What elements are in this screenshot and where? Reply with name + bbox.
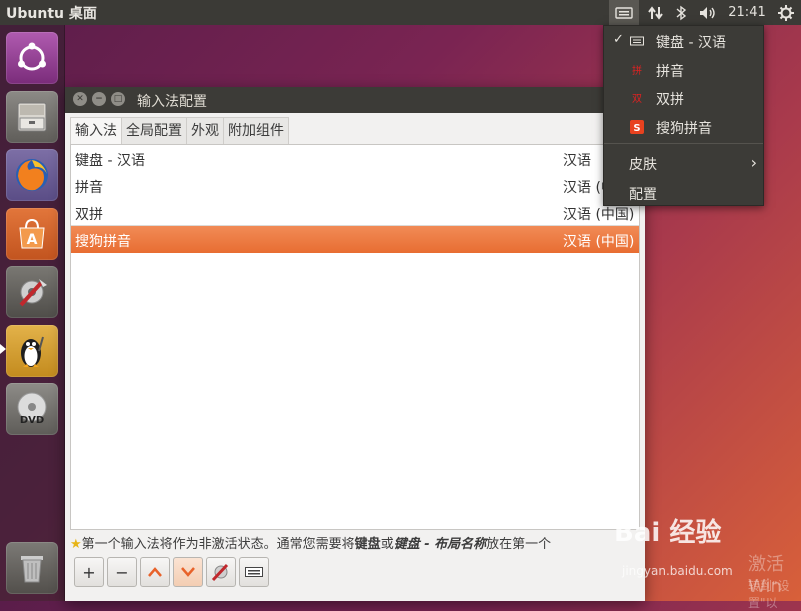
list-toolbar: + −: [74, 557, 272, 591]
tab-global-config[interactable]: 全局配置: [121, 117, 187, 144]
settings-tools-icon: [211, 563, 229, 582]
keyboard-icon: [630, 36, 644, 46]
panel-title: Ubuntu 桌面: [6, 6, 97, 22]
move-down-button[interactable]: [173, 557, 203, 587]
keyboard-indicator-icon[interactable]: [609, 0, 639, 25]
list-item-name: 键盘 - 汉语: [75, 153, 145, 169]
sogou-icon: S: [630, 120, 644, 134]
tab-appearance[interactable]: 外观: [186, 117, 224, 144]
system-tray: 21:41: [609, 0, 801, 25]
input-method-list[interactable]: 键盘 - 汉语 汉语 拼音 汉语 (中 双拼 汉语 (中国) 搜狗拼音 汉语 (…: [70, 144, 640, 530]
svg-text:拼: 拼: [632, 64, 642, 77]
tab-bar: 输入法 全局配置 外观 附加组件: [70, 117, 289, 144]
tab-addons[interactable]: 附加组件: [223, 117, 289, 144]
list-item-name: 双拼: [75, 207, 103, 223]
baidu-watermark: Bai 经验: [614, 518, 722, 548]
list-item-language: 汉语: [563, 153, 591, 169]
linux-penguin-icon[interactable]: [6, 325, 58, 377]
windows-activation-subtext: 转到"设置"以: [748, 579, 790, 610]
list-item[interactable]: 键盘 - 汉语 汉语: [71, 145, 639, 172]
close-icon[interactable]: ✕: [73, 92, 87, 106]
launcher: A DVD: [0, 25, 65, 601]
svg-text:A: A: [27, 232, 38, 248]
top-panel: Ubuntu 桌面 21:41: [0, 0, 801, 25]
hint-text: ★第一个输入法将作为非激活状态。通常您需要将键盘或键盘 - 布局名称放在第一个: [70, 537, 552, 552]
svg-text:双: 双: [632, 93, 642, 105]
menu-item-keyboard-chinese[interactable]: ✓ 键盘 - 汉语: [604, 27, 763, 55]
list-item-selected[interactable]: 搜狗拼音 汉语 (中国): [71, 226, 639, 253]
volume-icon[interactable]: [693, 0, 723, 25]
system-settings-icon[interactable]: [6, 266, 58, 318]
network-icon[interactable]: [643, 0, 669, 25]
pinyin-icon: 拼: [631, 64, 643, 77]
input-method-menu: ✓ 键盘 - 汉语 拼 拼音 双 双拼 S 搜狗拼音 皮肤 › 配置: [603, 25, 764, 206]
menu-item-shuangpin[interactable]: 双 双拼: [604, 84, 763, 112]
shuangpin-icon: 双: [632, 93, 642, 105]
svg-text:DVD: DVD: [20, 415, 44, 426]
bluetooth-icon[interactable]: [669, 0, 693, 25]
maximize-icon[interactable]: □: [111, 92, 125, 106]
clock[interactable]: 21:41: [723, 0, 771, 25]
chevron-right-icon: ›: [750, 153, 757, 172]
checkmark-icon: ✓: [613, 32, 624, 47]
move-up-button[interactable]: [140, 557, 170, 587]
dvd-icon[interactable]: DVD: [6, 383, 58, 435]
list-item-name: 拼音: [75, 180, 103, 196]
menu-item-sogou-pinyin[interactable]: S 搜狗拼音: [604, 113, 763, 141]
star-icon: ★: [70, 537, 82, 552]
list-item-language: 汉语 (中国): [563, 207, 635, 223]
list-item[interactable]: 拼音 汉语 (中: [71, 172, 639, 199]
list-item-language: 汉语 (中国): [563, 234, 635, 250]
input-method-config-window: ✕ − □ 输入法配置 输入法 全局配置 外观 附加组件 键盘 - 汉语 汉语 …: [65, 87, 645, 601]
menu-divider: [604, 143, 763, 144]
list-item-name: 搜狗拼音: [75, 234, 131, 250]
window-title: 输入法配置: [137, 94, 207, 110]
list-item[interactable]: 双拼 汉语 (中国): [71, 199, 639, 226]
firefox-icon[interactable]: [6, 149, 58, 201]
chevron-down-icon: [181, 567, 195, 577]
window-titlebar[interactable]: ✕ − □ 输入法配置: [65, 87, 645, 113]
chevron-up-icon: [148, 567, 162, 577]
keyboard-icon: [245, 567, 263, 577]
trash-icon[interactable]: [6, 542, 58, 594]
file-cabinet-icon[interactable]: [6, 91, 58, 143]
menu-item-skin[interactable]: 皮肤 ›: [604, 149, 763, 177]
configure-button[interactable]: [206, 557, 236, 587]
keyboard-layout-button[interactable]: [239, 557, 269, 587]
watermark-url: jingyan.baidu.com: [622, 564, 733, 578]
add-button[interactable]: +: [74, 557, 104, 587]
menu-item-pinyin[interactable]: 拼 拼音: [604, 56, 763, 84]
gear-icon[interactable]: [771, 0, 801, 25]
tab-input-method[interactable]: 输入法: [70, 117, 122, 144]
minimize-icon[interactable]: −: [92, 92, 106, 106]
ubuntu-home-icon[interactable]: [6, 32, 58, 84]
svg-text:S: S: [633, 123, 640, 134]
menu-item-config[interactable]: 配置: [604, 179, 763, 207]
remove-button[interactable]: −: [107, 557, 137, 587]
software-center-icon[interactable]: A: [6, 208, 58, 260]
